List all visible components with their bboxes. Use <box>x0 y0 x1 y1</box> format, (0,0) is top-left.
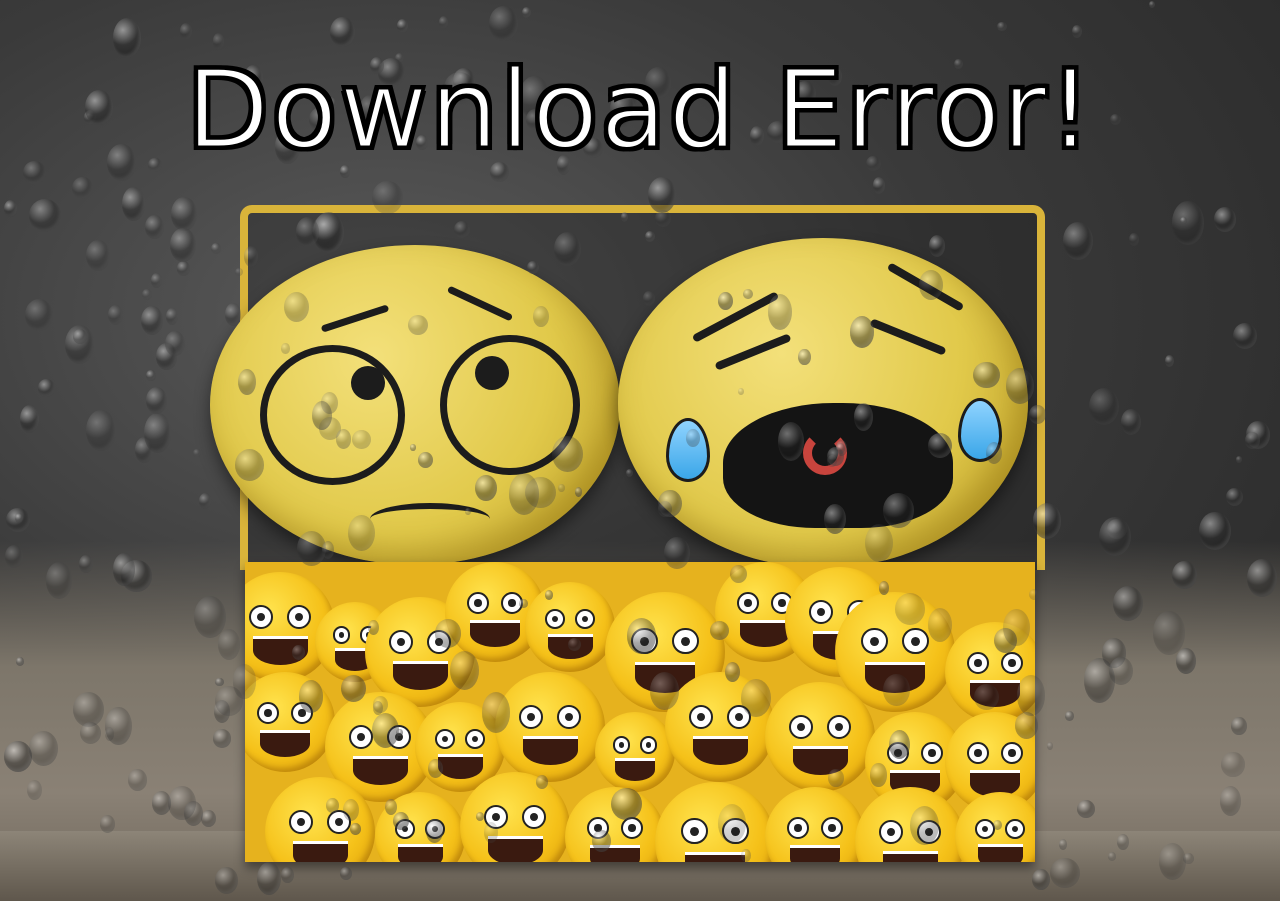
raindrop <box>210 242 222 254</box>
left-brow <box>320 304 390 333</box>
raindrop <box>1088 388 1119 426</box>
raindrop <box>1233 323 1257 349</box>
raindrop <box>171 197 198 232</box>
raindrop <box>1148 0 1156 9</box>
raindrop <box>1072 25 1082 39</box>
raindrop <box>396 18 408 34</box>
raindrop <box>144 412 171 453</box>
raindrop <box>1129 232 1139 246</box>
raindrop <box>29 199 62 232</box>
raindrop <box>72 176 93 200</box>
raindrop <box>1165 355 1174 368</box>
raindrop <box>1107 518 1127 539</box>
raindrop <box>4 200 18 217</box>
raindrop <box>1213 206 1237 232</box>
raindrop <box>156 343 177 370</box>
raindrop <box>1120 409 1141 435</box>
raindrop <box>1063 221 1093 260</box>
raindrop <box>997 21 1007 31</box>
raindrop <box>438 16 449 30</box>
mouth <box>370 503 490 535</box>
raindrop <box>107 304 124 325</box>
raindrop <box>873 177 886 194</box>
raindrop <box>1225 488 1244 507</box>
raindrop <box>145 387 168 415</box>
left-brow <box>691 291 780 343</box>
emoji-box-icon <box>245 562 1035 862</box>
error-image: Download Error! <box>0 0 1280 901</box>
sad-face-plush-icon <box>210 245 620 565</box>
raindrop <box>14 512 23 523</box>
raindrop <box>151 273 163 289</box>
raindrop <box>141 305 163 335</box>
tongue <box>803 431 847 475</box>
raindrop <box>141 288 152 301</box>
left-tear-icon <box>666 418 710 482</box>
raindrop <box>192 448 201 458</box>
raindrop <box>65 324 95 365</box>
right-eye <box>440 335 580 475</box>
raindrop <box>19 404 39 434</box>
raindrop <box>199 493 212 510</box>
raindrop <box>1245 431 1261 449</box>
raindrop <box>169 228 196 262</box>
raindrop <box>73 329 88 344</box>
error-title: Download Error! <box>185 48 1094 173</box>
right-tear-icon <box>958 398 1002 462</box>
raindrop <box>1245 420 1271 449</box>
raindrop <box>6 508 30 533</box>
left-eye <box>260 345 405 485</box>
raindrop <box>165 330 185 357</box>
raindrop <box>179 23 193 40</box>
raindrop <box>121 186 146 221</box>
raindrop <box>134 436 153 463</box>
raindrop <box>85 239 111 272</box>
raindrop <box>145 214 165 239</box>
raindrop <box>1180 217 1187 225</box>
raindrop <box>489 6 518 41</box>
crying-face-plush-icon <box>618 238 1028 568</box>
raindrop <box>522 7 532 19</box>
right-brow <box>446 285 514 322</box>
crying-mouth <box>723 403 953 528</box>
raindrop <box>1172 201 1204 245</box>
raindrop <box>146 370 157 381</box>
raindrop <box>24 299 53 331</box>
raindrop <box>166 308 179 326</box>
raindrop <box>37 379 56 398</box>
left-eye-closed <box>714 333 792 371</box>
raindrop <box>176 261 191 276</box>
raindrop <box>86 409 116 451</box>
raindrop <box>330 16 355 47</box>
right-eye-closed <box>869 318 947 356</box>
raindrop <box>1235 455 1243 463</box>
